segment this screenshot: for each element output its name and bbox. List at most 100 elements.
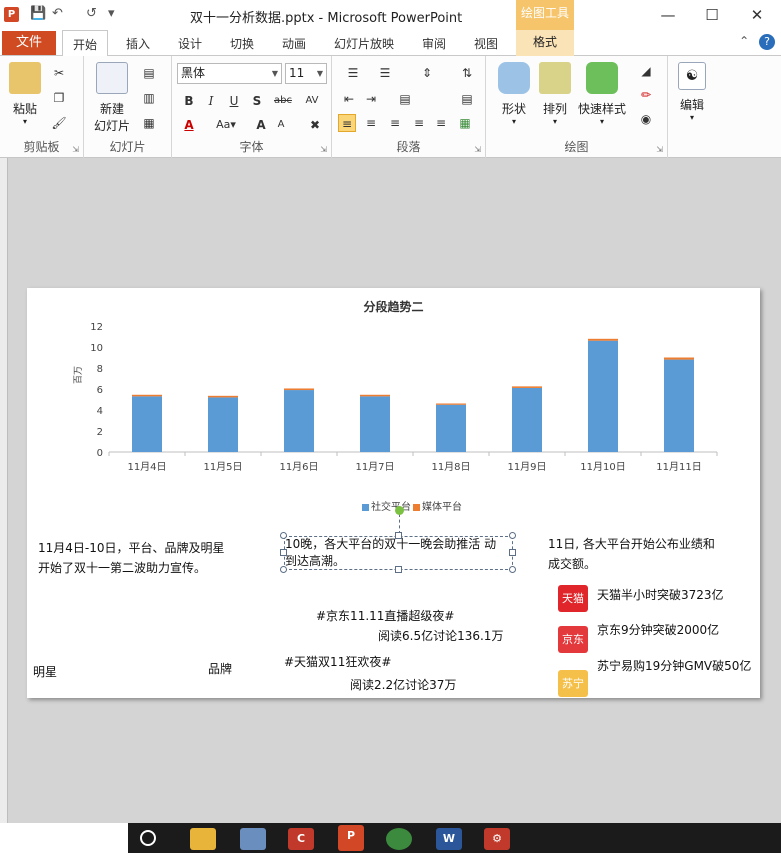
hashtag-tmall: #天猫双11狂欢夜# xyxy=(284,655,392,669)
align-text-icon[interactable]: ▤ xyxy=(454,90,480,108)
paste-button[interactable]: 粘贴 ▾ xyxy=(8,62,42,126)
file-explorer-icon[interactable] xyxy=(190,828,216,850)
new-slide-icon xyxy=(96,62,128,94)
tab-slideshow[interactable]: 幻灯片放映 xyxy=(334,35,394,52)
italic-button[interactable]: I xyxy=(202,92,220,110)
bold-button[interactable]: B xyxy=(180,92,198,110)
app-icon-red[interactable]: C xyxy=(288,828,314,850)
change-case-button[interactable]: Aa▾ xyxy=(212,116,240,134)
justify-button[interactable]: ≡ xyxy=(410,114,428,132)
font-name-select[interactable]: 黑体 ▼ xyxy=(177,63,282,84)
rotate-handle[interactable] xyxy=(395,506,404,515)
resize-handle-ne[interactable] xyxy=(509,532,516,539)
maximize-button[interactable]: ☐ xyxy=(697,3,727,27)
underline-button[interactable]: U xyxy=(225,92,243,110)
resize-handle-se[interactable] xyxy=(509,566,516,573)
strikethrough-button[interactable]: abc xyxy=(272,92,294,110)
copy-icon[interactable]: ❐ xyxy=(50,89,68,107)
paragraph-launcher-icon[interactable]: ⇲ xyxy=(474,145,481,154)
tab-review[interactable]: 审阅 xyxy=(422,35,446,52)
character-spacing-button[interactable]: AV xyxy=(300,92,324,110)
paragraph-group: ☰ ☰ ⇕ ⇅ ⇤ ⇥ ▤ ▤ ≡ ≡ ≡ ≡ ≡ ▦ 段落 ⇲ xyxy=(332,56,486,158)
smartart-icon[interactable]: ▦ xyxy=(456,114,474,132)
powerpoint-icon[interactable]: P xyxy=(4,7,19,22)
tab-insert[interactable]: 插入 xyxy=(126,35,150,52)
slide-pane-edge[interactable] xyxy=(0,158,8,823)
format-painter-icon[interactable]: 🖌 xyxy=(50,114,68,132)
line-spacing-icon[interactable]: ⇕ xyxy=(414,64,440,82)
tab-view[interactable]: 视图 xyxy=(474,35,498,52)
jd-logo: 京东 xyxy=(558,626,588,653)
tab-home[interactable]: 开始 xyxy=(62,30,109,57)
label-star: 明星 xyxy=(33,665,58,679)
tab-transitions[interactable]: 切换 xyxy=(230,35,254,52)
align-right-button[interactable]: ≡ xyxy=(386,114,404,132)
paragraph-group-label: 段落 xyxy=(396,140,421,154)
section-icon[interactable]: ▦ xyxy=(140,114,158,132)
y-tick-label: 12 xyxy=(90,322,103,333)
bullets-icon[interactable]: ☰ xyxy=(340,64,366,82)
y-tick-label: 8 xyxy=(97,364,103,375)
resize-handle-nw[interactable] xyxy=(280,532,287,539)
shapes-icon xyxy=(498,62,530,94)
bar-media xyxy=(284,388,314,391)
reset-icon[interactable]: ▥ xyxy=(140,89,158,107)
shrink-font-button[interactable]: A xyxy=(272,116,290,134)
text-direction-icon[interactable]: ⇅ xyxy=(454,64,480,82)
drawing-launcher-icon[interactable]: ⇲ xyxy=(656,145,663,154)
save-icon[interactable]: 💾 xyxy=(30,6,46,21)
tab-file[interactable]: 文件 xyxy=(2,31,56,55)
distribute-button[interactable]: ≡ xyxy=(432,114,450,132)
bar-chart[interactable]: 百万 0 2 4 6 8 10 12 11月4日 11月5日 11月6日 11月7日 11月8日 11月9… xyxy=(27,288,760,518)
collapse-ribbon-icon[interactable]: ⌃ xyxy=(739,34,749,48)
font-launcher-icon[interactable]: ⇲ xyxy=(320,145,327,154)
font-color-button[interactable]: A xyxy=(180,116,198,134)
arrange-button[interactable]: 排列 ▾ xyxy=(538,62,572,126)
decrease-indent-icon[interactable]: ⇤ xyxy=(340,90,358,108)
resize-handle-w[interactable] xyxy=(280,549,287,556)
resize-handle-n[interactable] xyxy=(395,532,402,539)
slide-canvas[interactable]: 分段趋势二 百万 0 2 4 6 8 10 12 11月4日 11月5日 11月6日 11月7日 11月… xyxy=(27,288,760,698)
tab-design[interactable]: 设计 xyxy=(178,35,202,52)
help-icon[interactable]: ? xyxy=(759,34,775,50)
app-icon-satellite[interactable] xyxy=(240,828,266,850)
numbering-icon[interactable]: ☰ xyxy=(372,64,398,82)
selected-text-line2[interactable]: 到达高潮。 xyxy=(285,551,345,571)
align-center-button[interactable]: ≡ xyxy=(362,114,380,132)
shadow-button[interactable]: S xyxy=(248,92,266,110)
resize-handle-sw[interactable] xyxy=(280,566,287,573)
increase-indent-icon[interactable]: ⇥ xyxy=(362,90,380,108)
columns-icon[interactable]: ▤ xyxy=(392,90,418,108)
font-size-select[interactable]: 11 ▼ xyxy=(285,63,327,84)
app-icon-settings[interactable]: ⚙ xyxy=(484,828,510,850)
clear-format-icon[interactable]: ✖ xyxy=(306,116,324,134)
cortana-icon[interactable] xyxy=(140,830,156,846)
tab-animations[interactable]: 动画 xyxy=(282,35,306,52)
minimize-button[interactable]: — xyxy=(653,3,683,27)
new-slide-button[interactable]: 新建 幻灯片 xyxy=(90,62,134,134)
shape-effects-icon[interactable]: ◉ xyxy=(634,110,658,128)
word-icon[interactable]: W xyxy=(436,828,462,850)
grow-font-button[interactable]: A xyxy=(252,116,270,134)
binoculars-icon: ☯ xyxy=(678,62,706,90)
taskbar-powerpoint-icon[interactable]: P xyxy=(338,825,364,851)
layout-icon[interactable]: ▤ xyxy=(140,64,158,82)
close-button[interactable]: ✕ xyxy=(742,3,772,27)
resize-handle-e[interactable] xyxy=(509,549,516,556)
undo-icon[interactable]: ↶ xyxy=(52,6,63,21)
clipboard-group: 粘贴 ▾ ✂ ❐ 🖌 剪贴板 ⇲ xyxy=(0,56,84,158)
editing-button[interactable]: ☯ 编辑 ▾ xyxy=(674,62,710,122)
chrome-icon[interactable] xyxy=(386,828,412,850)
resize-handle-s[interactable] xyxy=(395,566,402,573)
shapes-button[interactable]: 形状 ▾ xyxy=(494,62,534,126)
align-left-button[interactable]: ≡ xyxy=(338,114,356,132)
clipboard-launcher-icon[interactable]: ⇲ xyxy=(72,145,79,154)
customize-quick-access-icon[interactable]: ▾ xyxy=(108,6,115,21)
redo-icon[interactable]: ↺ xyxy=(86,6,97,21)
selected-textbox[interactable]: 10晚，各大平台的双十一晚会助推活 动 到达高潮。 xyxy=(284,536,513,570)
cut-icon[interactable]: ✂ xyxy=(50,64,68,82)
shape-fill-icon[interactable]: ◢ xyxy=(634,62,658,80)
quick-styles-button[interactable]: 快速样式 ▾ xyxy=(576,62,628,126)
tab-format[interactable]: 格式 xyxy=(516,30,574,56)
shape-outline-icon[interactable]: ✏ xyxy=(634,86,658,104)
